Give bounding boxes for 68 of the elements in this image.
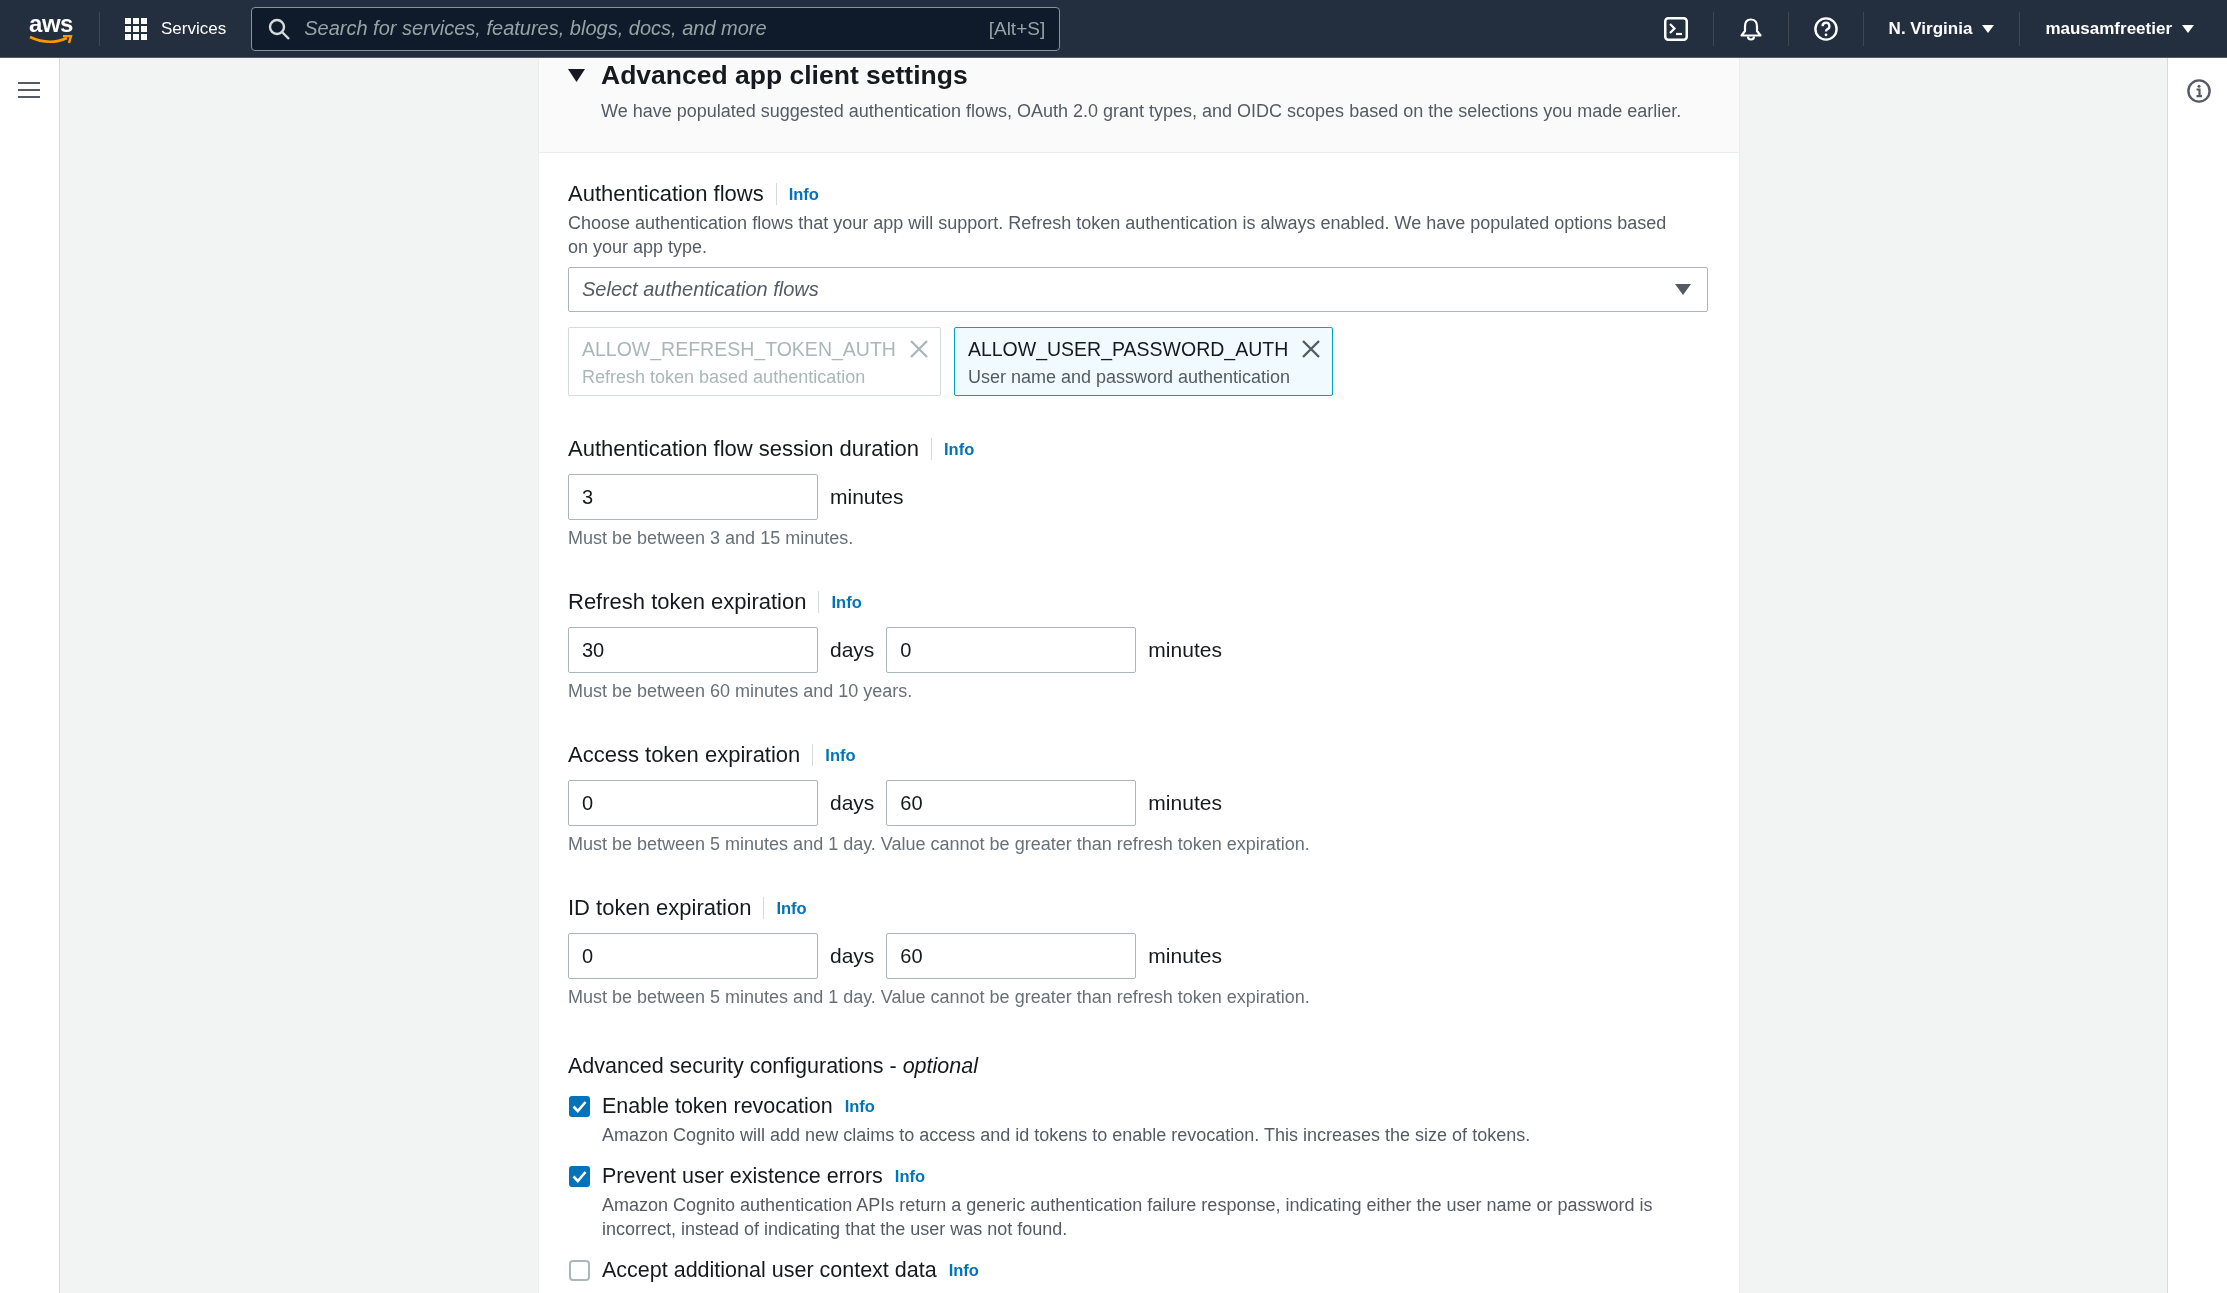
field-label: ID token expiration — [568, 895, 752, 921]
description-text: Choose authentication flows that your app will support. Refresh token authentication is always enabled. We have populated options based on your app type. — [568, 212, 1668, 259]
search-box[interactable]: Search for services, features, blogs, docs, and more [Alt+S] — [251, 6, 1061, 51]
unit-label: days — [830, 790, 875, 816]
checkbox[interactable] — [569, 1165, 590, 1187]
field-label: Access token expiration — [568, 742, 801, 768]
unit-label: minutes — [1148, 637, 1222, 663]
token-name: ALLOW_USER_PASSWORD_AUTH — [967, 337, 1289, 361]
info-link[interactable]: Info — [844, 1096, 875, 1116]
hint-text: Must be between 5 minutes and 1 day. Value cannot be greater than refresh token expiration. — [568, 986, 1311, 1008]
checkbox[interactable] — [569, 1259, 590, 1281]
info-link[interactable]: Info — [831, 592, 862, 612]
select-field[interactable]: Select authentication flows — [568, 267, 1708, 312]
checkbox-label: Enable token revocation — [602, 1093, 833, 1119]
description-text: Amazon Cognito authentication APIs return a generic authentication failure response, indicating either the user name or password is incorrect, instead of indicating that the user was not found. — [601, 1194, 1654, 1241]
services-button[interactable]: Services — [125, 17, 227, 40]
search-input[interactable]: Search for services, features, blogs, docs, and more — [304, 13, 975, 44]
menu-icon[interactable] — [18, 81, 40, 99]
logo-text[interactable]: aws — [29, 12, 73, 35]
section-heading: Advanced security configurations - optional — [568, 1053, 980, 1079]
input-field[interactable]: 60 — [886, 933, 1137, 979]
info-link[interactable]: Info — [776, 898, 807, 918]
token-description: User name and password authentication — [967, 366, 1292, 388]
section-title: Advanced app client settings — [601, 60, 968, 90]
info-link[interactable]: Info — [894, 1166, 926, 1186]
description-text: Amazon Cognito will add new claims to access and id tokens to enable revocation. This increases the size of tokens. — [601, 1124, 1532, 1147]
unit-label: minutes — [1148, 790, 1222, 816]
region-button[interactable]: N. Virginia — [1888, 18, 1995, 39]
input-field[interactable]: 0 — [568, 933, 818, 979]
input-field[interactable]: 0 — [886, 627, 1137, 673]
token-description: Refresh token based authentication — [582, 366, 867, 388]
field-label: Refresh token expiration — [568, 589, 807, 615]
input-field[interactable]: 0 — [568, 780, 818, 826]
help-icon[interactable] — [1813, 16, 1838, 41]
info-link[interactable]: Info — [788, 184, 819, 204]
grid-icon — [125, 17, 147, 40]
field-label: Authentication flows — [568, 181, 764, 207]
unit-label: minutes — [830, 484, 904, 510]
unit-label: minutes — [1148, 943, 1222, 969]
unit-label: days — [830, 637, 875, 663]
account-button[interactable]: mausamfreetier — [2045, 18, 2194, 39]
info-link[interactable]: Info — [948, 1260, 979, 1280]
info-icon[interactable] — [2187, 79, 2211, 103]
token-name: ALLOW_REFRESH_TOKEN_AUTH — [582, 337, 896, 361]
caret-icon — [1982, 24, 1995, 33]
caret-icon — [2182, 24, 2194, 33]
unit-label: days — [830, 943, 875, 969]
info-link[interactable]: Info — [944, 439, 975, 459]
caret-icon[interactable] — [568, 68, 585, 82]
info-link[interactable]: Info — [825, 745, 856, 765]
field-label: Authentication flow session duration — [568, 436, 919, 462]
close-icon[interactable] — [1302, 340, 1321, 358]
smile-arrow-icon — [29, 34, 73, 45]
input-field[interactable]: 30 — [568, 627, 818, 673]
checkbox-label: Prevent user existence errors — [602, 1163, 883, 1189]
input-field[interactable]: 60 — [886, 780, 1137, 826]
bell-icon[interactable] — [1738, 16, 1763, 41]
checkbox-label: Accept additional user context data — [602, 1257, 937, 1283]
description-text: We have populated suggested authentication flows, OAuth 2.0 grant types, and OIDC scopes based on the selections you made earlier. — [600, 100, 1683, 123]
hint-text: Must be between 60 minutes and 10 years. — [568, 680, 914, 702]
search-icon — [268, 17, 291, 40]
hint-text: Must be between 3 and 15 minutes. — [568, 527, 855, 549]
checkbox[interactable] — [569, 1095, 590, 1117]
caret-icon — [1675, 284, 1691, 295]
shortcut-hint: [Alt+S] — [988, 17, 1046, 40]
input-field[interactable]: 3 — [568, 474, 818, 520]
hint-text: Must be between 5 minutes and 1 day. Value cannot be greater than refresh token expiration. — [568, 833, 1311, 855]
terminal-icon[interactable] — [1663, 16, 1688, 41]
